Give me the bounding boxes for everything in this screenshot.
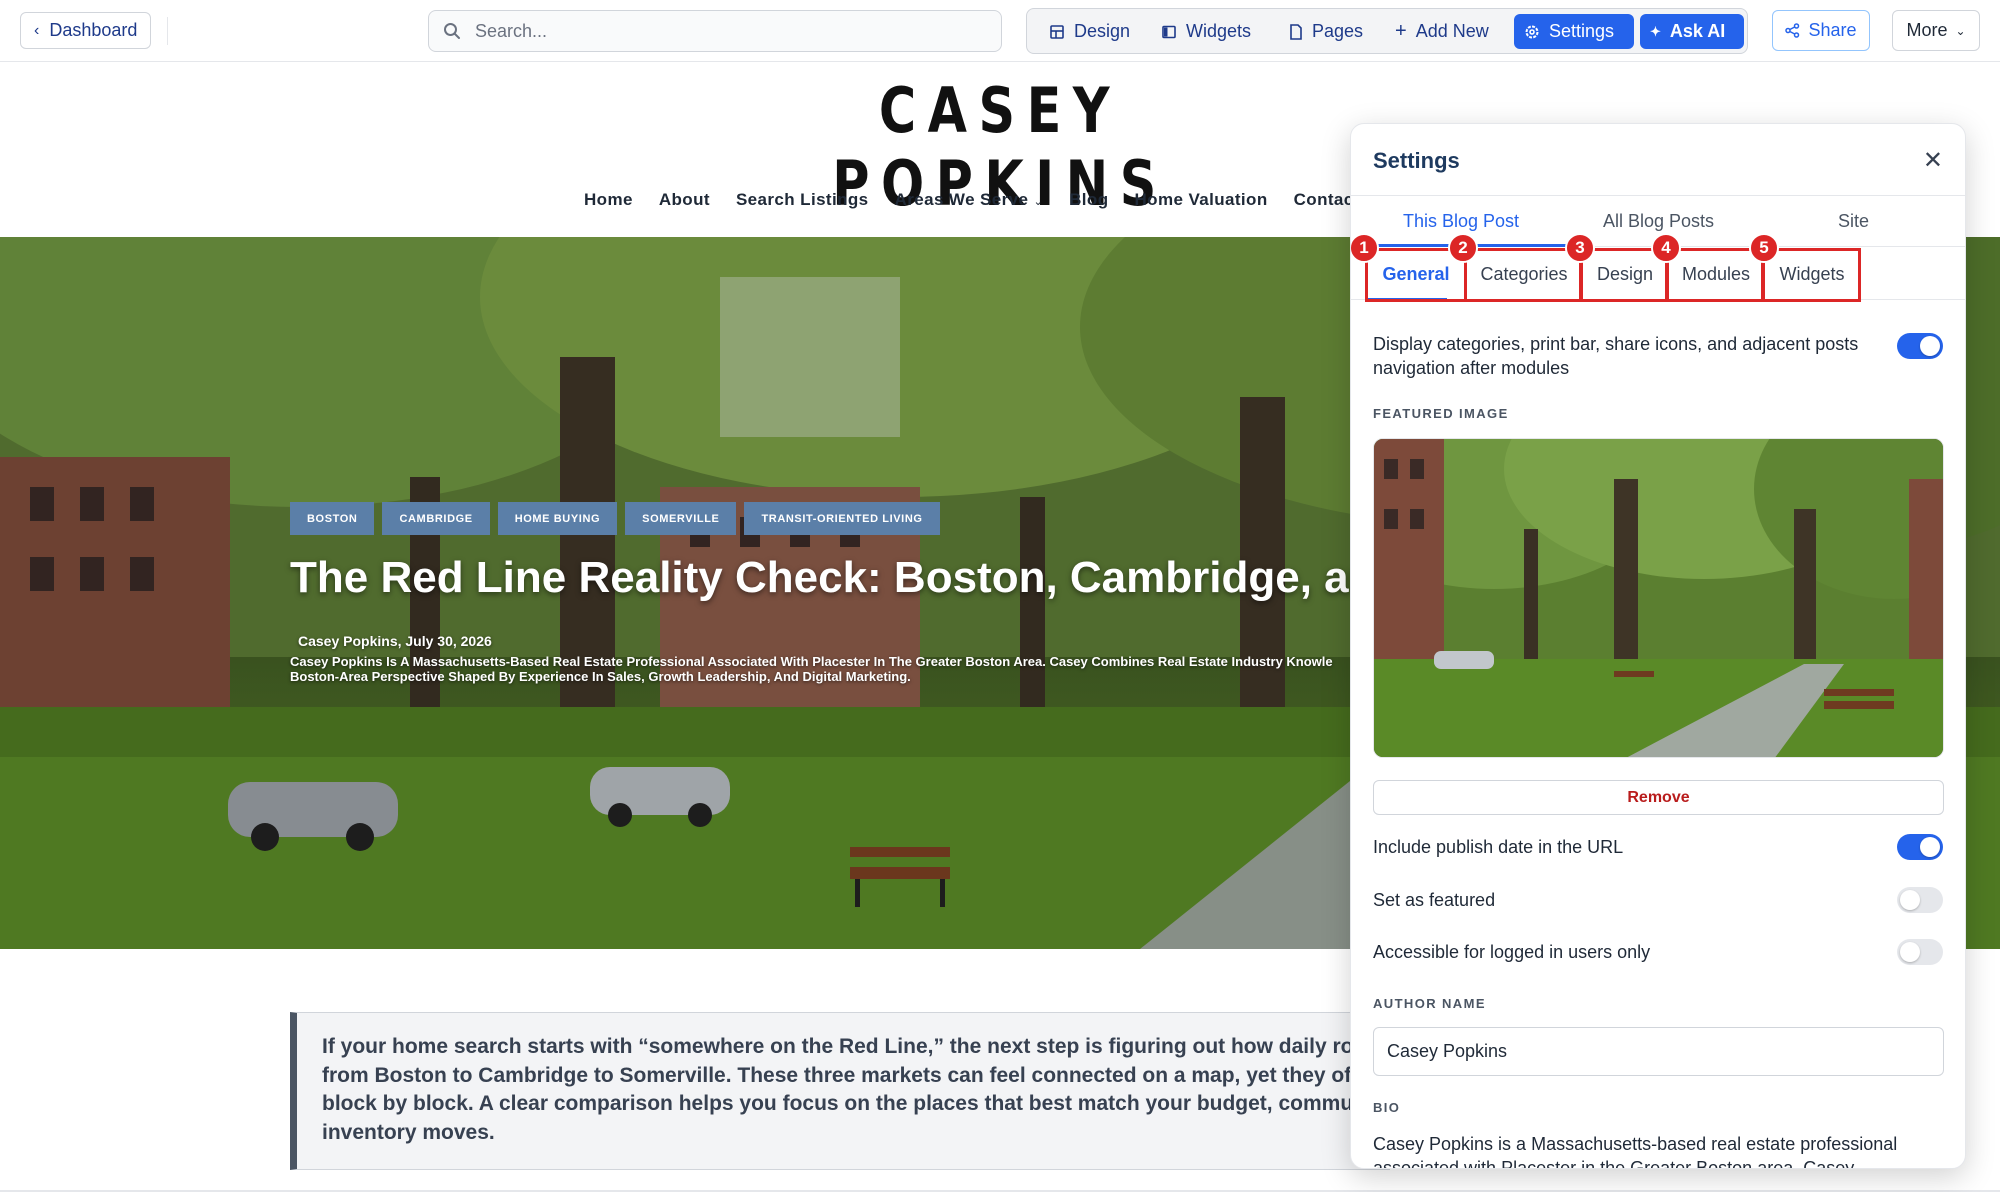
tag-somerville[interactable]: SOMERVILLE (625, 502, 737, 535)
toggle-knob (1920, 837, 1940, 857)
display-option-toggle[interactable] (1897, 333, 1943, 359)
intro-line-2: from Boston to Cambridge to Somerville. … (322, 1063, 1390, 1087)
post-tag-list: BOSTON CAMBRIDGE HOME BUYING SOMERVILLE … (290, 502, 940, 535)
editor-tool-group: Design Widgets Pages + Add New Settings … (1026, 8, 1748, 54)
nav-item-areas-we-serve[interactable]: Areas We Serve ⌄ (895, 190, 1044, 210)
tab-this-blog-post[interactable]: This Blog Post (1403, 211, 1519, 232)
page-icon (1290, 23, 1302, 40)
nav-item-areas-label: Areas We Serve (894, 190, 1029, 209)
add-new-button[interactable]: + Add New (1385, 14, 1499, 49)
step-badge-3: 3 (1565, 233, 1595, 263)
pages-label: Pages (1312, 21, 1364, 41)
step-badge-2: 2 (1448, 233, 1478, 263)
tab-all-blog-posts[interactable]: All Blog Posts (1603, 211, 1714, 232)
nav-item-home-valuation[interactable]: Home Valuation (1135, 190, 1268, 210)
dashboard-label: Dashboard (49, 20, 138, 40)
more-button[interactable]: More ⌄ (1892, 10, 1980, 51)
nav-item-about[interactable]: About (659, 190, 710, 210)
tag-transit-oriented-living[interactable]: TRANSIT-ORIENTED LIVING (744, 502, 940, 535)
chevron-down-icon: ⌄ (1955, 23, 1966, 38)
design-label: Design (1074, 21, 1131, 41)
settings-panel: Settings ✕ This Blog Post All Blog Posts… (1350, 123, 1966, 1169)
chevron-down-icon: ⌄ (1033, 196, 1044, 208)
featured-image-label: FEATURED IMAGE (1373, 406, 1509, 421)
settings-button[interactable]: Settings (1514, 14, 1634, 49)
chevron-left-icon: ‹ (34, 21, 40, 39)
tag-home-buying[interactable]: HOME BUYING (497, 502, 618, 535)
more-label: More (1906, 20, 1948, 40)
include-date-label: Include publish date in the URL (1373, 837, 1624, 857)
logged-in-only-toggle[interactable] (1897, 939, 1943, 965)
widgets-label: Widgets (1186, 21, 1252, 41)
plus-icon: + (1395, 20, 1407, 42)
author-name-label: AUTHOR NAME (1373, 996, 1486, 1011)
display-option-label: Display categories, print bar, share ico… (1373, 334, 1859, 378)
intro-line-1: If your home search starts with “somewhe… (322, 1035, 1390, 1058)
toolbar-divider (167, 17, 168, 45)
step-badge-4: 4 (1651, 233, 1681, 263)
featured-image-photo (1374, 439, 1943, 757)
highlight-box-categories (1464, 248, 1582, 302)
search-icon (444, 23, 460, 39)
set-featured-label: Set as featured (1373, 890, 1496, 910)
highlight-box-widgets (1762, 248, 1861, 302)
sparkle-icon: ✦ (1650, 23, 1661, 39)
share-icon (1785, 23, 1800, 38)
set-featured-toggle[interactable] (1897, 887, 1943, 913)
toggle-knob (1900, 942, 1920, 962)
tab-site[interactable]: Site (1838, 211, 1869, 232)
close-icon[interactable]: ✕ (1923, 146, 1943, 175)
top-toolbar: ‹ Dashboard Design Widgets Pages + Add N… (0, 0, 2000, 62)
search-box[interactable] (428, 10, 1002, 52)
widgets-icon (1162, 25, 1176, 38)
post-author-bio-line-2: Boston-Area Perspective Shaped By Experi… (290, 669, 911, 684)
site-navigation: Home About Search Listings Areas We Serv… (560, 190, 1360, 210)
dashboard-button[interactable]: ‹ Dashboard (20, 12, 152, 49)
include-date-toggle[interactable] (1897, 834, 1943, 860)
highlight-box-modules (1666, 248, 1764, 302)
post-byline: Casey Popkins, July 30, 2026 (298, 633, 492, 649)
add-new-label: Add New (1415, 21, 1489, 41)
design-button[interactable]: Design (1039, 14, 1140, 49)
remove-image-button[interactable]: Remove (1373, 780, 1944, 815)
tag-cambridge[interactable]: CAMBRIDGE (382, 502, 490, 535)
widgets-button[interactable]: Widgets (1151, 14, 1261, 49)
post-author-bio-line-1: Casey Popkins Is A Massachusetts-Based R… (290, 654, 1333, 669)
nav-item-blog[interactable]: Blog (1069, 190, 1108, 210)
bio-field[interactable]: Casey Popkins is a Massachusetts-based r… (1373, 1132, 1944, 1168)
ask-ai-button[interactable]: ✦ Ask AI (1640, 14, 1744, 49)
share-button[interactable]: Share (1772, 10, 1870, 51)
step-badge-5: 5 (1749, 233, 1779, 263)
tag-boston[interactable]: BOSTON (290, 502, 375, 535)
toggle-knob (1920, 336, 1940, 356)
bio-label: BIO (1373, 1100, 1401, 1115)
featured-image-thumbnail[interactable] (1373, 438, 1944, 758)
author-name-field[interactable] (1373, 1027, 1944, 1076)
logged-in-only-label: Accessible for logged in users only (1373, 942, 1651, 962)
nav-item-home[interactable]: Home (584, 190, 633, 210)
intro-line-3: block by block. A clear comparison helps… (322, 1092, 1390, 1115)
step-badge-1: 1 (1351, 233, 1379, 263)
post-intro-callout: If your home search starts with “somewhe… (290, 1012, 1390, 1170)
share-label: Share (1808, 20, 1857, 40)
search-input[interactable] (475, 20, 975, 42)
nav-item-search-listings[interactable]: Search Listings (736, 190, 869, 210)
settings-label: Settings (1549, 21, 1615, 41)
gear-icon (1525, 25, 1539, 38)
pages-button[interactable]: Pages (1279, 14, 1373, 49)
ask-ai-label: Ask AI (1669, 21, 1726, 41)
intro-line-4: inventory moves. (322, 1120, 495, 1144)
toggle-knob (1900, 890, 1920, 910)
post-title: The Red Line Reality Check: Boston, Camb… (290, 553, 1510, 602)
palette-icon (1050, 24, 1064, 39)
settings-panel-header: Settings ✕ (1351, 124, 1965, 196)
settings-panel-title: Settings (1373, 148, 1460, 173)
